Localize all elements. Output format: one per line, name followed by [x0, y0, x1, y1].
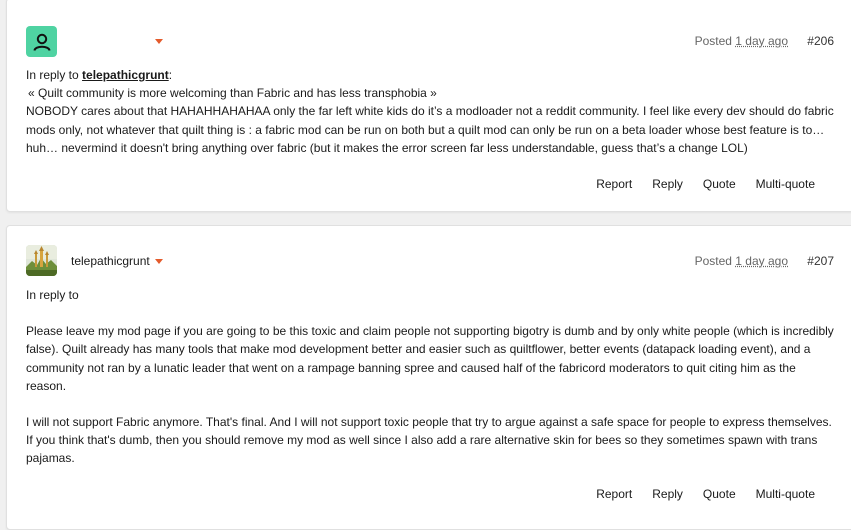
reply-to-user-link[interactable]: telepathicgrunt — [82, 68, 169, 82]
quote-button[interactable]: Quote — [703, 487, 736, 501]
author-name[interactable]: telepathicgrunt — [71, 254, 150, 268]
caret-down-icon[interactable] — [155, 39, 163, 44]
forum-post: telepathicgrunt Posted 1 day ago #207 In… — [6, 225, 851, 530]
posted-label: Posted — [695, 34, 732, 48]
multiquote-button[interactable]: Multi-quote — [756, 177, 815, 191]
posted-label: Posted — [695, 254, 732, 268]
avatar[interactable] — [26, 26, 57, 57]
multiquote-button[interactable]: Multi-quote — [756, 487, 815, 501]
avatar-image — [26, 245, 57, 276]
quote-button[interactable]: Quote — [703, 177, 736, 191]
post-text: I will not support Fabric anymore. That'… — [26, 413, 835, 468]
person-icon — [32, 32, 52, 52]
post-text: Please leave my mod page if you are goin… — [26, 322, 835, 395]
reply-button[interactable]: Reply — [652, 177, 683, 191]
caret-down-icon[interactable] — [155, 259, 163, 264]
reply-to-line: In reply to — [26, 286, 835, 304]
post-body: In reply to Please leave my mod page if … — [26, 286, 835, 468]
post-body: In reply to telepathicgrunt: « Quilt com… — [26, 66, 835, 157]
posted-ago[interactable]: 1 day ago — [735, 254, 788, 268]
post-date: Posted 1 day ago — [695, 254, 788, 268]
reply-button[interactable]: Reply — [652, 487, 683, 501]
quoted-text: « Quilt community is more welcoming than… — [26, 84, 835, 102]
reply-to-label: In reply to — [26, 288, 79, 302]
report-button[interactable]: Report — [596, 487, 632, 501]
post-actions: Report Reply Quote Multi-quote — [596, 487, 815, 501]
reply-to-line: In reply to telepathicgrunt: — [26, 66, 835, 84]
forum-post: Posted 1 day ago #206 In reply to telepa… — [6, 0, 851, 212]
post-text: NOBODY cares about that HAHAHHAHAHAA onl… — [26, 102, 835, 157]
post-date: Posted 1 day ago — [695, 34, 788, 48]
reply-to-label: In reply to — [26, 68, 79, 82]
report-button[interactable]: Report — [596, 177, 632, 191]
post-actions: Report Reply Quote Multi-quote — [596, 177, 815, 191]
avatar[interactable] — [26, 245, 57, 276]
reply-to-colon: : — [169, 68, 172, 82]
posted-ago[interactable]: 1 day ago — [735, 34, 788, 48]
post-number[interactable]: #207 — [807, 254, 834, 268]
post-number[interactable]: #206 — [807, 34, 834, 48]
